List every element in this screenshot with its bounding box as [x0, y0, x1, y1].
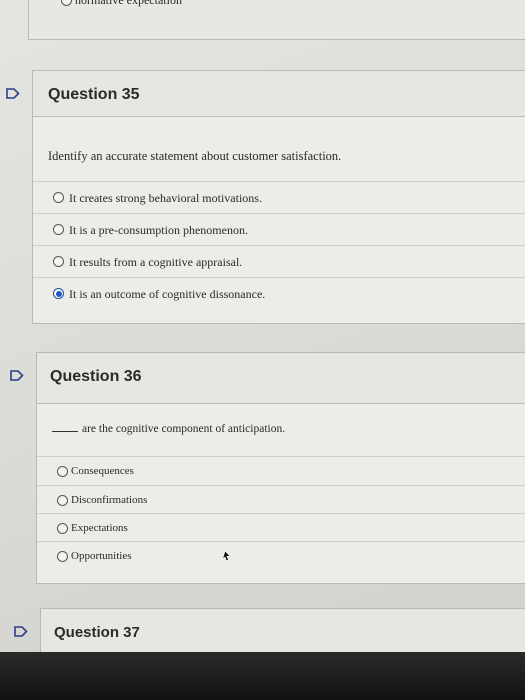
option-label: Opportunities — [71, 550, 132, 562]
radio-button[interactable] — [57, 495, 68, 506]
mouse-cursor-icon — [222, 550, 231, 562]
question-35-title: Question 35 — [48, 86, 140, 103]
question-36-header: Question 36 — [37, 353, 525, 404]
option-label: Expectations — [71, 522, 128, 534]
screen-bezel — [0, 652, 525, 700]
option-label: It results from a cognitive appraisal. — [69, 255, 243, 269]
prev-question-tail: normative expectation — [28, 0, 525, 40]
prev-option-radio[interactable] — [61, 0, 72, 6]
radio-button[interactable] — [53, 224, 64, 235]
radio-button[interactable] — [53, 256, 64, 267]
answer-blank — [52, 431, 78, 432]
option-label: Consequences — [71, 465, 134, 477]
option-label: It creates strong behavioral motivations… — [69, 191, 262, 205]
question-36-option-3[interactable]: Expectations — [37, 513, 525, 544]
radio-button[interactable] — [57, 466, 68, 477]
page: normative expectation Question 35 Identi… — [0, 0, 525, 700]
radio-button-selected[interactable] — [53, 288, 64, 299]
question-35-option-3[interactable]: It results from a cognitive appraisal. — [33, 245, 525, 276]
question-35-header: Question 35 — [33, 71, 525, 117]
option-label: It is a pre-consumption phenomenon. — [69, 223, 248, 237]
question-36-option-4[interactable]: Opportunities — [37, 541, 525, 572]
radio-button[interactable] — [57, 551, 68, 562]
question-36-title: Question 36 — [50, 368, 142, 385]
question-36-option-1[interactable]: Consequences — [37, 456, 525, 487]
question-37-title: Question 37 — [54, 624, 140, 641]
flag-icon[interactable] — [6, 88, 20, 99]
question-36-stem-text: are the cognitive component of anticipat… — [82, 423, 286, 435]
question-37-header: Question 37 — [41, 609, 525, 654]
prev-option-label: normative expectation — [75, 0, 182, 7]
question-36-option-2[interactable]: Disconfirmations — [37, 485, 525, 516]
option-label: Disconfirmations — [71, 494, 148, 506]
radio-button[interactable] — [53, 192, 64, 203]
flag-icon[interactable] — [10, 370, 24, 381]
question-36-stem: are the cognitive component of anticipat… — [52, 423, 285, 435]
question-35-option-1[interactable]: It creates strong behavioral motivations… — [33, 181, 525, 212]
flag-icon[interactable] — [14, 626, 28, 637]
radio-button[interactable] — [57, 523, 68, 534]
question-36-card: Question 36 are the cognitive component … — [36, 352, 525, 584]
question-35-option-2[interactable]: It is a pre-consumption phenomenon. — [33, 213, 525, 244]
question-35-option-4[interactable]: It is an outcome of cognitive dissonance… — [33, 277, 525, 308]
question-35-card: Question 35 Identify an accurate stateme… — [32, 70, 525, 324]
question-35-stem: Identify an accurate statement about cus… — [48, 149, 342, 163]
option-label: It is an outcome of cognitive dissonance… — [69, 287, 266, 301]
